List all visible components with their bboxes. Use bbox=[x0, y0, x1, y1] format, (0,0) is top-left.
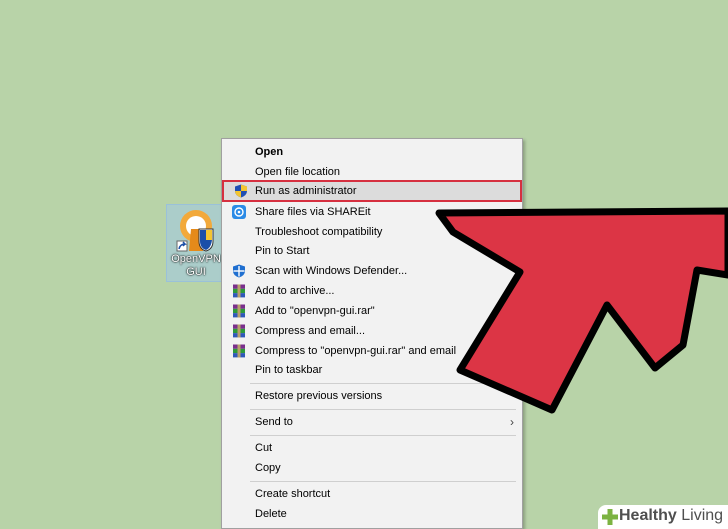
menu-item-run-as-administrator[interactable]: Run as administrator bbox=[222, 180, 522, 202]
desktop-icon-label: OpenVPN GUI bbox=[167, 253, 225, 279]
menu-separator bbox=[250, 481, 516, 482]
menu-item-label: Copy bbox=[255, 462, 281, 474]
shareit-icon bbox=[232, 205, 246, 219]
menu-item-send-to[interactable]: Send to › bbox=[224, 412, 520, 432]
menu-item-share-files-via-shareit[interactable]: Share files via SHAREit bbox=[224, 202, 520, 222]
menu-separator bbox=[250, 409, 516, 410]
menu-item-copy[interactable]: Copy bbox=[224, 458, 520, 478]
menu-item-label: Delete bbox=[255, 508, 287, 520]
desktop-icon-label-line2: GUI bbox=[186, 266, 206, 278]
healthy-living-watermark: Healthy Living bbox=[598, 505, 728, 529]
menu-separator bbox=[250, 383, 516, 384]
menu-item-label: Compress to "openvpn-gui.rar" and email bbox=[255, 345, 457, 357]
context-menu: Open Open file location Run as administr… bbox=[221, 138, 523, 529]
watermark-brand-light: Living bbox=[676, 507, 724, 524]
openvpn-logo-icon bbox=[176, 210, 214, 252]
menu-item-label: Pin to taskbar bbox=[255, 364, 323, 376]
menu-item-compress-to-rar-and-email[interactable]: Compress to "openvpn-gui.rar" and email bbox=[224, 341, 520, 361]
menu-item-delete[interactable]: Delete bbox=[224, 504, 520, 524]
menu-item-label: Open bbox=[255, 146, 284, 158]
menu-item-troubleshoot-compatibility[interactable]: Troubleshoot compatibility bbox=[224, 222, 520, 242]
menu-item-label: Create shortcut bbox=[255, 488, 331, 500]
menu-item-pin-to-taskbar[interactable]: Pin to taskbar bbox=[224, 360, 520, 380]
windows-defender-icon bbox=[233, 264, 245, 278]
winrar-icon bbox=[233, 344, 245, 358]
menu-item-create-shortcut[interactable]: Create shortcut bbox=[224, 484, 520, 504]
menu-item-add-to-openvpn-gui-rar[interactable]: Add to "openvpn-gui.rar" bbox=[224, 301, 520, 321]
menu-item-compress-and-email[interactable]: Compress and email... bbox=[224, 321, 520, 341]
menu-item-label: Pin to Start bbox=[255, 245, 310, 257]
winrar-icon bbox=[233, 324, 245, 338]
openvpn-gui-desktop-icon[interactable]: OpenVPN GUI bbox=[166, 204, 226, 282]
menu-item-label: Add to archive... bbox=[255, 285, 335, 297]
menu-item-pin-to-start[interactable]: Pin to Start bbox=[224, 241, 520, 261]
menu-item-label: Compress and email... bbox=[255, 325, 366, 337]
menu-item-cut[interactable]: Cut bbox=[224, 438, 520, 458]
menu-item-label: Run as administrator bbox=[255, 185, 357, 197]
uac-shield-icon bbox=[235, 184, 247, 198]
menu-item-add-to-archive[interactable]: Add to archive... bbox=[224, 281, 520, 301]
watermark-text: Healthy Living bbox=[619, 507, 723, 525]
menu-item-label: Restore previous versions bbox=[255, 390, 383, 402]
menu-item-scan-with-windows-defender[interactable]: Scan with Windows Defender... bbox=[224, 261, 520, 281]
menu-item-label: Troubleshoot compatibility bbox=[255, 226, 383, 238]
chevron-right-icon: › bbox=[510, 415, 514, 429]
menu-separator bbox=[250, 435, 516, 436]
watermark-brand-bold: Healthy bbox=[619, 507, 677, 524]
plus-cross-icon bbox=[602, 509, 618, 525]
menu-item-label: Scan with Windows Defender... bbox=[255, 265, 408, 277]
menu-item-label: Send to bbox=[255, 416, 293, 428]
menu-item-label: Share files via SHAREit bbox=[255, 206, 371, 218]
winrar-icon bbox=[233, 304, 245, 318]
menu-item-label: Cut bbox=[255, 442, 273, 454]
desktop-icon-label-line1: OpenVPN bbox=[171, 253, 221, 265]
menu-item-open-file-location[interactable]: Open file location bbox=[224, 162, 520, 182]
menu-item-label: Add to "openvpn-gui.rar" bbox=[255, 305, 375, 317]
menu-item-label: Open file location bbox=[255, 166, 340, 178]
menu-item-restore-previous-versions[interactable]: Restore previous versions bbox=[224, 386, 520, 406]
winrar-icon bbox=[233, 284, 245, 298]
menu-item-open[interactable]: Open bbox=[224, 142, 520, 162]
